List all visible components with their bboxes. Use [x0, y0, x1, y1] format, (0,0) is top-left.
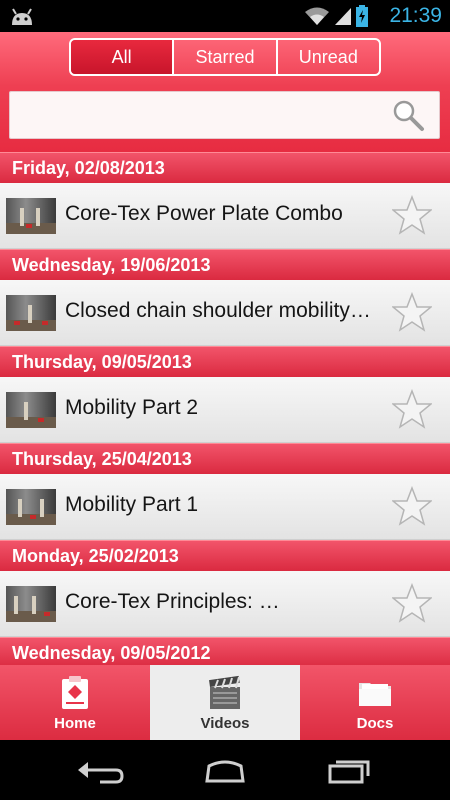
star-icon[interactable]	[392, 195, 432, 235]
filter-tab-unread[interactable]: Unread	[278, 40, 379, 74]
home-icon[interactable]	[201, 758, 249, 784]
nav-label-home: Home	[54, 715, 96, 732]
app-content: All Starred Unread Friday, 02/08/2013 Co…	[0, 32, 450, 740]
video-thumbnail	[6, 295, 56, 331]
video-title: Closed chain shoulder mobility…	[65, 299, 371, 322]
clipboard-icon	[62, 676, 88, 709]
list-item[interactable]: Mobility Part 2	[0, 377, 450, 443]
list-item[interactable]: Closed chain shoulder mobility…	[0, 280, 450, 346]
video-list: Friday, 02/08/2013 Core-Tex Power Plate …	[0, 152, 450, 665]
clapperboard-icon	[209, 675, 240, 709]
video-title: Mobility Part 2	[65, 396, 199, 419]
filter-tab-all[interactable]: All	[71, 40, 175, 74]
recent-apps-icon[interactable]	[326, 758, 374, 784]
battery-charging-icon	[356, 5, 368, 27]
search-box	[9, 91, 440, 139]
date-header: Thursday, 25/04/2013	[0, 443, 450, 474]
filter-bar: All Starred Unread	[0, 32, 450, 86]
search-input[interactable]	[18, 100, 392, 132]
status-bar: 21:39	[0, 0, 450, 32]
star-icon[interactable]	[392, 583, 432, 623]
video-title: Mobility Part 1	[65, 493, 199, 516]
filter-tab-starred[interactable]: Starred	[174, 40, 278, 74]
video-title: Core-Tex Principles: …	[65, 590, 280, 613]
status-clock: 21:39	[389, 4, 442, 27]
list-item[interactable]: Core-Tex Power Plate Combo	[0, 183, 450, 249]
bottom-navigation: Home Videos Docs	[0, 665, 450, 740]
date-header: Thursday, 09/05/2013	[0, 346, 450, 377]
video-thumbnail	[6, 392, 56, 428]
video-thumbnail	[6, 198, 56, 234]
video-title: Core-Tex Power Plate Combo	[65, 202, 343, 225]
star-icon[interactable]	[392, 292, 432, 332]
folder-icon	[359, 683, 391, 706]
video-thumbnail	[6, 586, 56, 622]
star-icon[interactable]	[392, 486, 432, 526]
date-header: Wednesday, 09/05/2012	[0, 637, 450, 665]
date-header: Wednesday, 19/06/2013	[0, 249, 450, 280]
wifi-icon	[305, 7, 329, 25]
video-thumbnail	[6, 489, 56, 525]
system-navigation-bar	[0, 740, 450, 800]
star-icon[interactable]	[392, 389, 432, 429]
signal-icon	[335, 8, 351, 25]
nav-tab-home[interactable]: Home	[0, 665, 150, 740]
date-header: Friday, 02/08/2013	[0, 152, 450, 183]
android-icon	[12, 8, 32, 25]
list-item[interactable]: Mobility Part 1	[0, 474, 450, 540]
nav-label-docs: Docs	[356, 715, 394, 732]
filter-segmented-control: All Starred Unread	[69, 38, 381, 76]
search-icon[interactable]	[391, 98, 425, 132]
search-bar	[0, 86, 450, 152]
nav-label-videos: Videos	[200, 715, 250, 732]
list-item[interactable]: Core-Tex Principles: …	[0, 571, 450, 637]
nav-tab-docs[interactable]: Docs	[300, 665, 450, 740]
nav-tab-videos[interactable]: Videos	[150, 665, 300, 740]
back-icon[interactable]	[76, 758, 124, 784]
date-header: Monday, 25/02/2013	[0, 540, 450, 571]
